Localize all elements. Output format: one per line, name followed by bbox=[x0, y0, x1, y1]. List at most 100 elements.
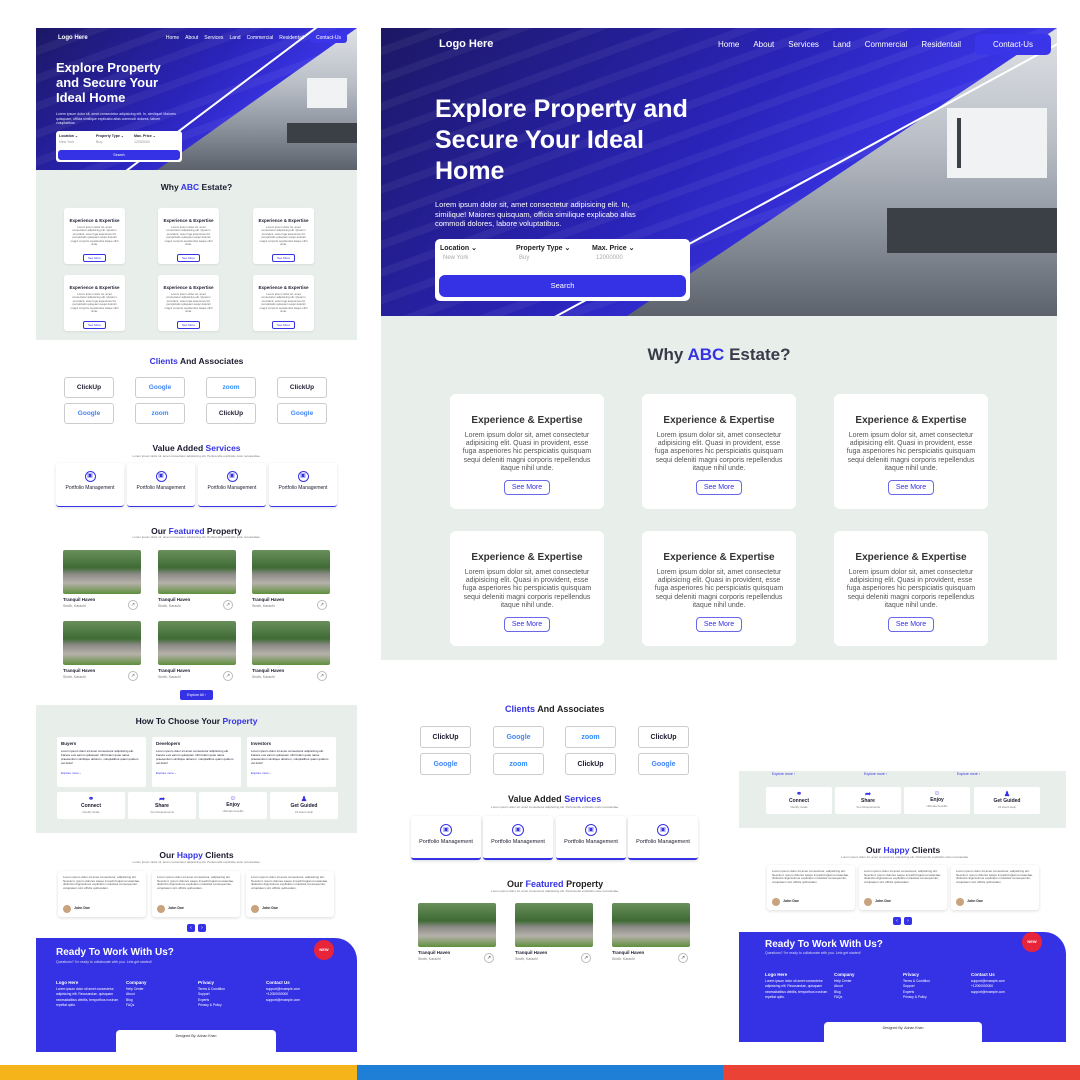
property-card[interactable]: Tranquil Haven Sindh, Karachi ↗ bbox=[612, 903, 690, 968]
step-connect[interactable]: ⚭ Connect Identify Goals bbox=[766, 787, 832, 814]
see-more-button[interactable]: See More bbox=[82, 254, 106, 263]
max-price-select[interactable]: Max. Price ⌄ bbox=[134, 134, 156, 138]
nav-about[interactable]: About bbox=[753, 40, 774, 49]
service-card[interactable]: ▣ Portfolio Management bbox=[556, 816, 626, 860]
see-more-button[interactable]: See More bbox=[695, 617, 743, 633]
property-type-select[interactable]: Property Type ⌄ bbox=[516, 244, 570, 252]
share-icon[interactable]: ↗ bbox=[223, 600, 233, 610]
share-icon[interactable]: ↗ bbox=[317, 671, 327, 681]
nav-about[interactable]: About bbox=[185, 35, 198, 41]
location-select[interactable]: Location ⌄ bbox=[59, 134, 78, 138]
clickup-logo: ClickUp bbox=[565, 753, 616, 775]
share-icon[interactable]: ↗ bbox=[484, 953, 494, 963]
nav-home[interactable]: Home bbox=[166, 35, 179, 41]
avatar bbox=[251, 905, 259, 913]
see-more-button[interactable]: See More bbox=[695, 480, 743, 496]
property-card[interactable]: Tranquil Haven Sindh, Karachi ↗ bbox=[63, 621, 141, 687]
property-card[interactable]: Tranquil Haven Sindh, Karachi ↗ bbox=[252, 621, 330, 687]
see-more-button[interactable]: See More bbox=[176, 321, 200, 330]
next-arrow-icon[interactable]: › bbox=[904, 917, 912, 925]
nav-home[interactable]: Home bbox=[718, 40, 739, 49]
service-card[interactable]: ▣ Portfolio Management bbox=[56, 463, 124, 507]
service-card[interactable]: ▣ Portfolio Management bbox=[269, 463, 337, 507]
hero-title: Explore Property and Secure Your Ideal H… bbox=[56, 60, 161, 105]
contact-button[interactable]: Contact-Us bbox=[309, 33, 347, 43]
nav-land[interactable]: Land bbox=[229, 35, 240, 41]
service-card[interactable]: ▣ Portfolio Management bbox=[127, 463, 195, 507]
search-button[interactable]: Search bbox=[58, 150, 180, 160]
services-title: Value Added Services bbox=[508, 794, 602, 804]
see-more-button[interactable]: See More bbox=[887, 617, 935, 633]
footer: Ready To Work With Us? Questions? I'm re… bbox=[739, 932, 1066, 1042]
step-share[interactable]: ➦ Share Your Requirements bbox=[128, 792, 196, 819]
explore-all-button[interactable]: Explore All › bbox=[180, 690, 213, 700]
nav-land[interactable]: Land bbox=[833, 40, 851, 49]
google-logo: Google bbox=[493, 726, 544, 748]
nav-services[interactable]: Services bbox=[204, 35, 223, 41]
step-get-guided[interactable]: ♟ Get Guided 24 Hours Help bbox=[974, 787, 1040, 814]
service-card[interactable]: ▣ Portfolio Management bbox=[198, 463, 266, 507]
contact-button[interactable]: Contact-Us bbox=[974, 33, 1051, 55]
see-more-button[interactable]: See More bbox=[271, 254, 295, 263]
choose-card-investors: Investors Lorem ipsum dolor sit amet cons… bbox=[247, 737, 336, 787]
step-enjoy[interactable]: ☺ Enjoy Ultimate benefits bbox=[199, 792, 267, 819]
property-card[interactable]: Tranquil Haven Sindh, Karachi ↗ bbox=[63, 550, 141, 616]
share-icon[interactable]: ↗ bbox=[128, 600, 138, 610]
page-preview-full: Logo Here Home About Services Land Comme… bbox=[36, 28, 357, 1052]
google-logo: Google bbox=[64, 403, 114, 424]
why-section: Why ABC Estate? Experience & Expertise Lo… bbox=[36, 170, 357, 340]
explore-more-link[interactable]: Explore more › bbox=[772, 772, 795, 776]
prev-arrow-icon[interactable]: ‹ bbox=[893, 917, 901, 925]
property-type-select[interactable]: Property Type ⌄ bbox=[96, 134, 124, 138]
share-icon[interactable]: ↗ bbox=[317, 600, 327, 610]
explore-more-link[interactable]: Explore more › bbox=[61, 771, 142, 775]
property-card[interactable]: Tranquil Haven Sindh, Karachi ↗ bbox=[158, 550, 236, 616]
property-card[interactable]: Tranquil Haven Sindh, Karachi ↗ bbox=[418, 903, 496, 968]
share-icon[interactable]: ↗ bbox=[223, 671, 233, 681]
zoom-logo: zoom bbox=[206, 377, 256, 398]
nav-services[interactable]: Services bbox=[788, 40, 819, 49]
prev-arrow-icon[interactable]: ‹ bbox=[187, 924, 195, 932]
zoom-logo: zoom bbox=[565, 726, 616, 748]
see-more-button[interactable]: See More bbox=[271, 321, 295, 330]
review-card: Lorem ipsum dolor sit amet consectetur, … bbox=[859, 865, 947, 910]
feature-card: Experience & Expertise Lorem ipsum dolor … bbox=[64, 275, 125, 331]
see-more-button[interactable]: See More bbox=[503, 617, 551, 633]
property-card[interactable]: Tranquil Haven Sindh, Karachi ↗ bbox=[515, 903, 593, 968]
step-get-guided[interactable]: ♟ Get Guided 24 Hours Help bbox=[270, 792, 338, 819]
step-share[interactable]: ➦ Share Your Requirements bbox=[835, 787, 901, 814]
location-select[interactable]: Location ⌄ bbox=[440, 244, 477, 252]
share-icon[interactable]: ↗ bbox=[128, 671, 138, 681]
step-enjoy[interactable]: ☺ Enjoy Ultimate benefits bbox=[904, 787, 970, 814]
max-price-select[interactable]: Max. Price ⌄ bbox=[592, 244, 634, 252]
service-card[interactable]: ▣ Portfolio Management bbox=[411, 816, 481, 860]
share-icon[interactable]: ↗ bbox=[581, 953, 591, 963]
logo[interactable]: Logo Here bbox=[58, 35, 88, 41]
see-more-button[interactable]: See More bbox=[176, 254, 200, 263]
briefcase-icon: ▣ bbox=[297, 471, 309, 482]
review-card: Lorem ipsum dolor sit amet consectetur, … bbox=[767, 865, 855, 910]
nav-residential[interactable]: Residentail bbox=[921, 40, 961, 49]
service-card[interactable]: ▣ Portfolio Management bbox=[628, 816, 698, 860]
see-more-button[interactable]: See More bbox=[503, 480, 551, 496]
nav-commercial[interactable]: Commercial bbox=[247, 35, 274, 41]
explore-more-link[interactable]: Explore more › bbox=[251, 771, 332, 775]
google-logo: Google bbox=[277, 403, 327, 424]
nav-residential[interactable]: Residentail bbox=[279, 35, 304, 41]
share-arrow-icon: ➦ bbox=[865, 791, 871, 798]
step-connect[interactable]: ⚭ Connect Identify Goals bbox=[57, 792, 125, 819]
property-card[interactable]: Tranquil Haven Sindh, Karachi ↗ bbox=[158, 621, 236, 687]
explore-more-link[interactable]: Explore more › bbox=[156, 771, 237, 775]
logo[interactable]: Logo Here bbox=[439, 38, 493, 50]
next-arrow-icon[interactable]: › bbox=[198, 924, 206, 932]
explore-more-link[interactable]: Explore more › bbox=[957, 772, 980, 776]
nav-commercial[interactable]: Commercial bbox=[865, 40, 908, 49]
share-icon[interactable]: ↗ bbox=[678, 953, 688, 963]
service-card[interactable]: ▣ Portfolio Management bbox=[483, 816, 553, 860]
review-card: Lorem ipsum dolor sit amet consectetur, … bbox=[246, 871, 334, 917]
see-more-button[interactable]: See More bbox=[82, 321, 106, 330]
explore-more-link[interactable]: Explore more › bbox=[864, 772, 887, 776]
see-more-button[interactable]: See More bbox=[887, 480, 935, 496]
property-card[interactable]: Tranquil Haven Sindh, Karachi ↗ bbox=[252, 550, 330, 616]
search-button[interactable]: Search bbox=[439, 275, 686, 297]
